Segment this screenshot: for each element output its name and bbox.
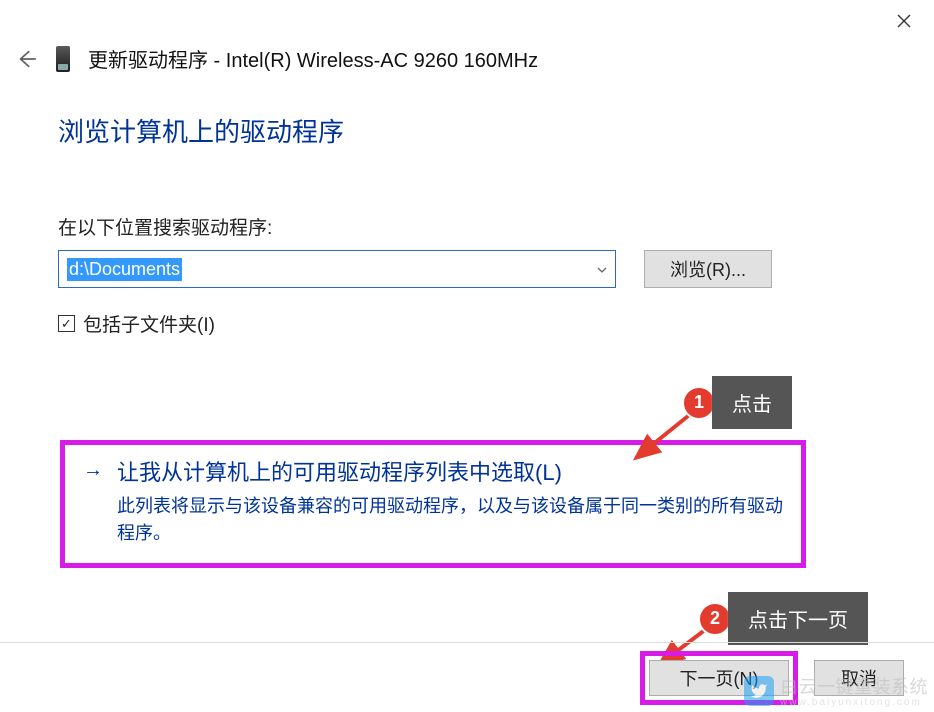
window-title: 更新驱动程序 - Intel(R) Wireless-AC 9260 160MH… <box>88 44 538 73</box>
include-subfolders-checkbox[interactable]: ✓ 包括子文件夹(I) <box>58 310 894 337</box>
option-title: 让我从计算机上的可用驱动程序列表中选取(L) <box>117 455 783 487</box>
watermark-url: www.baiyunxitong.com <box>780 697 928 708</box>
option-description: 此列表将显示与该设备兼容的可用驱动程序，以及与该设备属于同一类别的所有驱动程序。 <box>117 493 783 547</box>
search-location-label: 在以下位置搜索驱动程序: <box>58 213 894 240</box>
close-button[interactable] <box>881 6 926 36</box>
page-heading: 浏览计算机上的驱动程序 <box>58 112 894 149</box>
device-name: Intel(R) Wireless-AC 9260 160MHz <box>226 50 538 72</box>
browse-button-label: 浏览(R)... <box>670 256 746 282</box>
browse-button[interactable]: 浏览(R)... <box>644 250 772 288</box>
device-icon <box>56 46 70 72</box>
watermark-text: 白云一键重装系统 <box>780 673 928 699</box>
annotation-2-badge: 2 <box>698 602 732 636</box>
checkbox-icon: ✓ <box>58 315 75 332</box>
annotation-2-text: 点击下一页 <box>728 592 868 645</box>
title-prefix: 更新驱动程序 - <box>88 50 226 72</box>
back-arrow-icon[interactable] <box>14 47 38 71</box>
include-subfolders-label: 包括子文件夹(I) <box>83 310 215 337</box>
arrow-right-icon: → <box>83 455 103 547</box>
pick-from-list-option[interactable]: → 让我从计算机上的可用驱动程序列表中选取(L) 此列表将显示与该设备兼容的可用… <box>60 440 806 568</box>
chevron-down-icon <box>597 260 607 278</box>
annotation-1-text: 点击 <box>712 376 792 429</box>
annotation-1: 1 点击 <box>682 376 792 429</box>
watermark: 白云一键重装系统 www.baiyunxitong.com <box>744 673 928 708</box>
watermark-icon <box>744 676 774 706</box>
annotation-2: 2 点击下一页 <box>698 592 868 645</box>
driver-path-combobox[interactable]: d:\Documents <box>58 250 616 288</box>
annotation-1-badge: 1 <box>682 386 716 420</box>
driver-path-value: d:\Documents <box>67 258 182 281</box>
